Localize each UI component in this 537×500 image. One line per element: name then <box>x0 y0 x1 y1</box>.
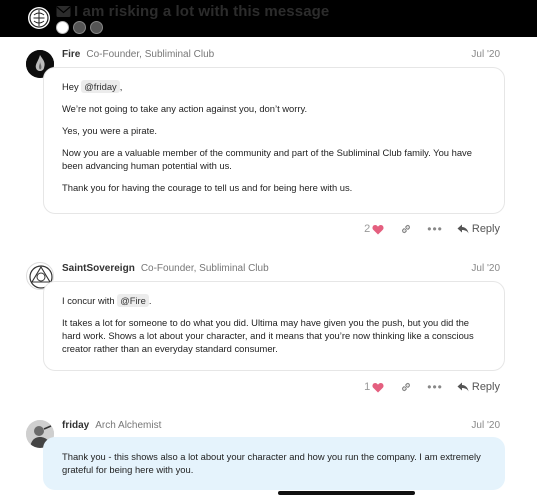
heart-icon[interactable] <box>372 224 384 235</box>
post-date[interactable]: Jul '20 <box>471 420 500 431</box>
site-logo-icon[interactable] <box>27 6 51 30</box>
user-title: Arch Alchemist <box>95 419 162 431</box>
topic-title[interactable]: I am risking a lot with this message <box>74 3 329 20</box>
post-header: SaintSovereign Co-Founder, Subliminal Cl… <box>62 261 500 275</box>
post-actions: 2 ••• Reply <box>364 221 500 237</box>
post-paragraph: Thank you - this shows also a lot about … <box>62 451 481 475</box>
greeting-punctuation: . <box>148 295 152 306</box>
participant-avatar[interactable] <box>90 20 103 34</box>
post-paragraph: Thank you for having the courage to tell… <box>62 182 353 193</box>
link-icon[interactable] <box>400 223 412 235</box>
greeting-text: I concur with <box>62 295 115 306</box>
link-icon[interactable] <box>400 381 412 393</box>
post-paragraph: It takes a lot for someone to do what yo… <box>62 317 474 354</box>
post-paragraph: Now you are a valuable member of the com… <box>62 147 472 171</box>
topic-title-row: I am risking a lot with this message <box>56 2 329 20</box>
user-title: Co-Founder, Subliminal Club <box>86 48 215 60</box>
post-body: I concur with @Fire. It takes a lot for … <box>43 281 505 371</box>
user-title: Co-Founder, Subliminal Club <box>140 262 269 274</box>
post-paragraph: We’re not going to take any action again… <box>62 103 308 114</box>
post-body: Hey @friday, We’re not going to take any… <box>43 67 505 214</box>
post-paragraph: Hey @friday, <box>62 80 486 93</box>
username[interactable]: Fire <box>62 49 80 60</box>
greeting-text: Hey <box>62 81 79 92</box>
username[interactable]: SaintSovereign <box>62 263 135 274</box>
post-header: Fire Co-Founder, Subliminal Club Jul '20 <box>62 47 500 61</box>
post-actions: 1 ••• Reply <box>364 379 500 395</box>
home-indicator[interactable] <box>278 491 415 495</box>
more-options-icon[interactable]: ••• <box>427 380 443 394</box>
reply-icon <box>457 382 469 392</box>
post-header: friday Arch Alchemist Jul '20 <box>62 418 500 432</box>
participant-avatar[interactable] <box>73 20 86 34</box>
greeting-punctuation: , <box>119 81 123 92</box>
reply-button[interactable]: Reply <box>457 223 500 235</box>
reply-label: Reply <box>471 381 500 393</box>
reply-icon <box>457 224 469 234</box>
post-date[interactable]: Jul '20 <box>471 263 500 274</box>
more-options-icon[interactable]: ••• <box>427 222 443 236</box>
envelope-icon <box>56 5 71 17</box>
topic-header: I am risking a lot with this message <box>0 0 537 37</box>
reply-button[interactable]: Reply <box>457 381 500 393</box>
participant-avatar[interactable] <box>56 20 69 34</box>
user-mention[interactable]: @Fire <box>117 294 149 307</box>
post-paragraph: Yes, you were a pirate. <box>62 125 158 136</box>
like-count[interactable]: 1 <box>364 381 370 393</box>
participant-list <box>56 20 103 34</box>
like-count[interactable]: 2 <box>364 223 370 235</box>
heart-icon[interactable] <box>372 382 384 393</box>
post-body: Thank you - this shows also a lot about … <box>43 437 505 490</box>
username[interactable]: friday <box>62 420 89 431</box>
post-paragraph: I concur with @Fire. <box>62 294 486 307</box>
user-mention[interactable]: @friday <box>81 80 120 93</box>
post-date[interactable]: Jul '20 <box>471 49 500 60</box>
reply-label: Reply <box>471 223 500 235</box>
